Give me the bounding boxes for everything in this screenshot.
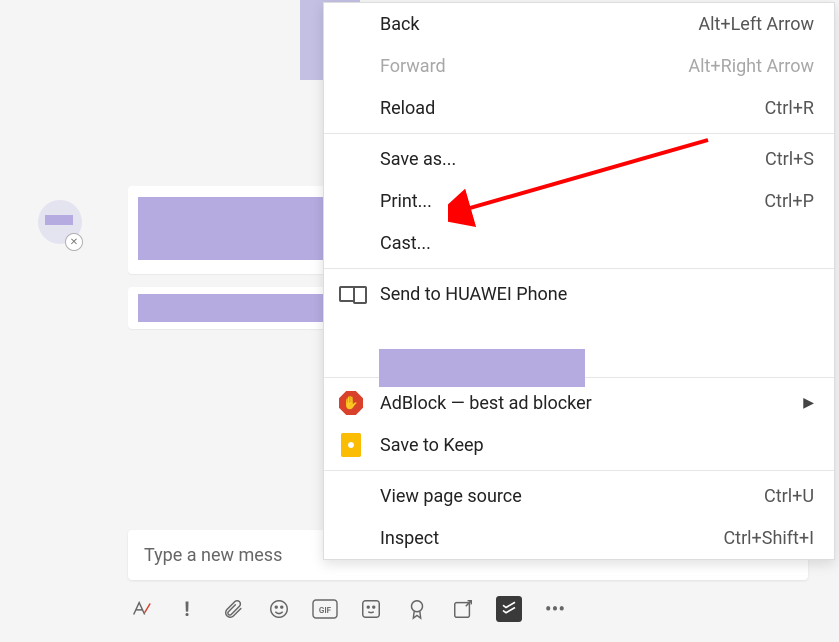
submenu-arrow-icon: ▶ <box>803 395 814 411</box>
devices-icon <box>338 281 364 307</box>
composer-placeholder: Type a new mess <box>144 545 282 566</box>
ctx-shortcut: Ctrl+R <box>765 98 814 119</box>
ctx-label: Cast... <box>380 233 431 254</box>
ctx-shortcut: Ctrl+U <box>764 486 814 507</box>
new-tab-icon[interactable] <box>450 596 476 622</box>
svg-text:GIF: GIF <box>319 606 332 615</box>
ctx-label: Save to Keep <box>380 435 484 456</box>
todoist-icon[interactable] <box>496 596 522 622</box>
ctx-reload[interactable]: Reload Ctrl+R <box>324 87 834 129</box>
adblock-icon: ✋ <box>338 390 364 416</box>
ctx-back[interactable]: Back Alt+Left Arrow <box>324 3 834 45</box>
approval-icon[interactable] <box>404 596 430 622</box>
ctx-shortcut: Alt+Left Arrow <box>698 14 814 35</box>
ctx-label: Forward <box>380 56 446 77</box>
sticker-icon[interactable] <box>358 596 384 622</box>
ctx-shortcut: Ctrl+Shift+I <box>723 528 814 549</box>
ctx-label: View page source <box>380 486 522 507</box>
ctx-label: Back <box>380 14 420 35</box>
attach-icon[interactable] <box>220 596 246 622</box>
ctx-inspect[interactable]: Inspect Ctrl+Shift+I <box>324 517 834 559</box>
context-menu: Back Alt+Left Arrow Forward Alt+Right Ar… <box>323 2 835 560</box>
ctx-label: Reload <box>380 98 435 119</box>
separator <box>324 470 834 471</box>
ctx-adblock[interactable]: ✋ AdBlock — best ad blocker ▶ <box>324 382 834 424</box>
avatar-redacted <box>45 215 73 225</box>
format-icon[interactable] <box>128 596 154 622</box>
ctx-view-source[interactable]: View page source Ctrl+U <box>324 475 834 517</box>
separator <box>324 133 834 134</box>
ctx-label: AdBlock — best ad blocker <box>380 393 592 414</box>
ctx-label: Send to HUAWEI Phone <box>380 284 567 305</box>
ctx-forward: Forward Alt+Right Arrow <box>324 45 834 87</box>
presence-badge: ✕ <box>65 233 83 251</box>
keep-icon <box>338 432 364 458</box>
ctx-cast[interactable]: Cast... <box>324 222 834 264</box>
more-icon[interactable]: ••• <box>542 596 568 622</box>
important-icon[interactable]: ! <box>174 596 200 622</box>
ctx-label: Save as... <box>380 149 456 170</box>
ctx-shortcut: Ctrl+P <box>764 191 814 212</box>
composer-toolbar: ! GIF ••• <box>128 596 568 622</box>
ctx-label: Print... <box>380 191 432 212</box>
emoji-icon[interactable] <box>266 596 292 622</box>
separator <box>324 268 834 269</box>
gif-icon[interactable]: GIF <box>312 596 338 622</box>
ctx-label: Inspect <box>380 528 439 549</box>
ctx-print[interactable]: Print... Ctrl+P <box>324 180 834 222</box>
ctx-shortcut: Alt+Right Arrow <box>688 56 814 77</box>
message-redacted <box>138 197 326 260</box>
message-redacted <box>138 294 326 322</box>
ctx-redacted-item <box>379 349 585 387</box>
ctx-save-as[interactable]: Save as... Ctrl+S <box>324 138 834 180</box>
ctx-shortcut: Ctrl+S <box>765 149 814 170</box>
ctx-save-to-keep[interactable]: Save to Keep <box>324 424 834 466</box>
ctx-send-to-phone[interactable]: Send to HUAWEI Phone <box>324 273 834 315</box>
